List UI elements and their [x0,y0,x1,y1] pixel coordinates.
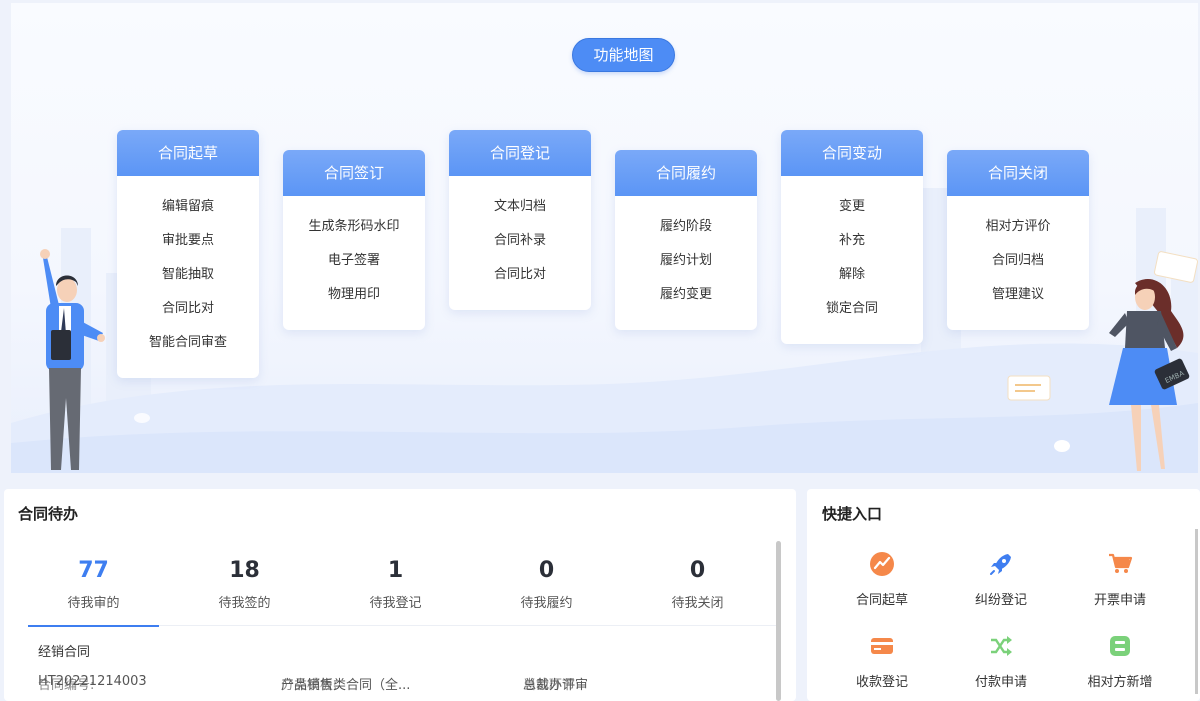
contract-name[interactable]: 经销合同 [38,641,758,660]
stage-item[interactable]: 相对方评价 [947,210,1089,244]
cart-icon [1109,553,1133,573]
stat-label: 待我审的 [67,596,120,611]
function-map-title[interactable]: 功能地图 [572,38,675,72]
stage-title: 合同履约 [615,150,757,196]
template-value: 产品销售类合同（全... [281,678,411,693]
quick-item-label: 纠纷登记 [974,593,1027,608]
function-map-panel: 功能地图 合同起草 编辑留痕 审批要点 智能抽取 合同比对 智能合同审查 合同签… [11,3,1198,473]
stat-count: 77 [78,558,109,583]
quick-draft-contract[interactable]: 合同起草 [827,551,937,611]
stage-item[interactable]: 合同归档 [947,244,1089,278]
todo-panel-title: 合同待办 [18,505,79,523]
quick-item-label: 开票申请 [1093,593,1146,608]
tab-pending-close[interactable]: 0 待我关闭 [632,549,763,626]
shuffle-icon [991,636,1012,656]
stage-title: 合同关闭 [947,150,1089,196]
stage-item[interactable]: 合同比对 [449,258,591,292]
stage-card-close: 合同关闭 相对方评价 合同归档 管理建议 [947,150,1089,330]
stage-item[interactable]: 合同比对 [117,292,259,326]
stage-item[interactable]: 合同补录 [449,224,591,258]
stage-item[interactable]: 变更 [781,190,923,224]
stage-item[interactable]: 履约变更 [615,278,757,312]
stage-item[interactable]: 智能合同审查 [117,326,259,360]
stat-label: 待我履约 [520,596,573,611]
stage-title: 合同登记 [449,130,591,176]
quick-add-counterparty[interactable]: 相对方新增 [1065,633,1175,693]
stage-item[interactable]: 智能抽取 [117,258,259,292]
draft-chart-icon [870,552,894,576]
quick-payment-apply[interactable]: 付款申请 [946,633,1056,693]
businessman-illustration [40,249,105,470]
stage-item[interactable]: 履约阶段 [615,210,757,244]
stage-item[interactable]: 履约计划 [615,244,757,278]
quick-item-label: 合同起草 [855,593,908,608]
stage-item[interactable]: 生成条形码水印 [283,210,425,244]
quick-item-label: 付款申请 [974,675,1027,690]
stage-card-register: 合同登记 文本归档 合同补录 合同比对 [449,130,591,310]
rocket-icon [990,554,1011,575]
quick-scrollbar[interactable] [1195,529,1198,694]
stage-item[interactable]: 审批要点 [117,224,259,258]
stage-title: 合同签订 [283,150,425,196]
quick-entry-panel: 快捷入口 合同起草 纠纷登记 开票申请 收款登记 付款申请 相对方新增 [807,489,1200,701]
todo-scrollbar[interactable] [776,541,781,701]
stat-count: 0 [538,558,555,583]
contract-no-value: HT20221214003 [38,674,147,689]
stage-item[interactable]: 物理用印 [283,278,425,312]
tab-pending-perform[interactable]: 0 待我履约 [481,549,612,626]
stage-title: 合同变动 [781,130,923,176]
stage-title: 合同起草 [117,130,259,176]
quick-receipt-register[interactable]: 收款登记 [827,633,937,693]
tab-pending-review[interactable]: 77 待我审的 [28,549,159,627]
counterparty-icon [1110,636,1130,656]
stage-card-sign: 合同签订 生成条形码水印 电子签署 物理用印 [283,150,425,330]
tab-pending-sign[interactable]: 18 待我签的 [179,549,310,626]
stat-label: 待我签的 [218,596,271,611]
stage-item[interactable]: 管理建议 [947,278,1089,312]
quick-invoice-apply[interactable]: 开票申请 [1065,551,1175,611]
stage-card-change: 合同变动 变更 补充 解除 锁定合同 [781,130,923,344]
stage-item[interactable]: 编辑留痕 [117,190,259,224]
quick-item-label: 相对方新增 [1087,675,1153,690]
contract-todo-panel: 合同待办 77 待我审的 18 待我签的 1 待我登记 0 待我履约 0 待我关… [4,489,796,701]
stage-item[interactable]: 文本归档 [449,190,591,224]
stage-item[interactable]: 锁定合同 [781,292,923,326]
stage-item[interactable]: 电子签署 [283,244,425,278]
businesswoman-illustration: EMBA [1109,279,1190,471]
current-step-value: 总裁办评审 [523,678,589,693]
stat-count: 0 [689,558,706,583]
stage-item[interactable]: 补充 [781,224,923,258]
quick-item-label: 收款登记 [855,675,908,690]
stat-count: 18 [229,558,260,583]
quick-dispute-register[interactable]: 纠纷登记 [946,551,1056,611]
stage-item[interactable]: 解除 [781,258,923,292]
quick-panel-title: 快捷入口 [822,505,883,523]
stat-count: 1 [387,558,404,583]
stage-card-perform: 合同履约 履约阶段 履约计划 履约变更 [615,150,757,330]
stat-label: 待我关闭 [671,596,724,611]
tab-pending-register[interactable]: 1 待我登记 [330,549,461,626]
todo-tabs: 77 待我审的 18 待我签的 1 待我登记 0 待我履约 0 待我关闭 [28,549,776,627]
stat-label: 待我登记 [369,596,422,611]
list-item[interactable]: 经销合同 合同编号: HT20221214003 分类模板: 产品销售类合同（全.… [38,641,758,694]
card-icon [871,638,893,654]
stage-card-draft: 合同起草 编辑留痕 审批要点 智能抽取 合同比对 智能合同审查 [117,130,259,378]
